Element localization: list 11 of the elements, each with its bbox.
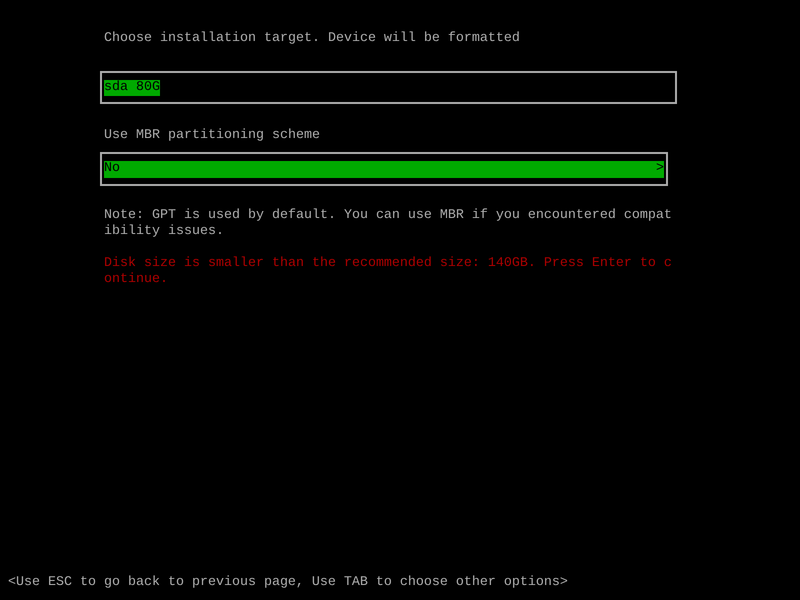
- arrow-glyph: >: [656, 161, 664, 177]
- target-field[interactable]: sda 80G: [100, 71, 677, 104]
- mbr-value: No: [104, 161, 120, 177]
- mbr-option[interactable]: No >: [104, 160, 664, 178]
- target-value: sda 80G: [104, 80, 160, 96]
- footer-hint: <Use ESC to go back to previous page, Use TAB to choose other options>: [7, 575, 569, 592]
- mbr-label: Use MBR partitioning scheme: [104, 128, 321, 144]
- mbr-select[interactable]: No >: [100, 152, 668, 186]
- target-label: Choose installation target. Device will be formatted: [104, 31, 521, 47]
- warning-text: Disk size is smaller than the recommended size: 140GB. Press Enter to continue.: [104, 256, 672, 288]
- note-text: Note: GPT is used by default. You can use MBR if you encountered compatibility issues.: [104, 208, 672, 240]
